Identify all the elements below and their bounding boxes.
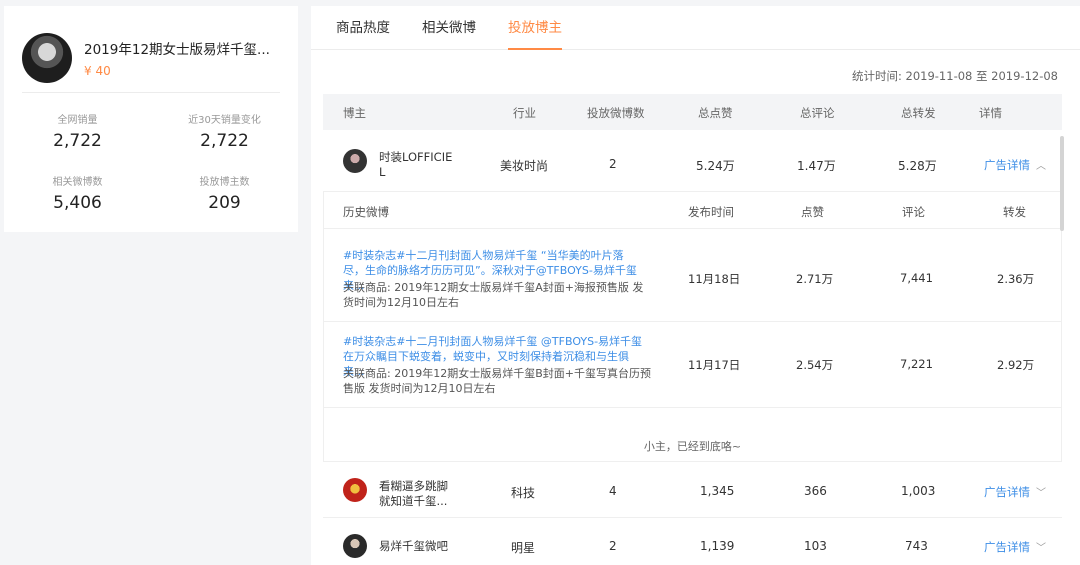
history-comments: 7,221 <box>900 357 933 371</box>
blogger-name[interactable]: 看糊逼多跳脚 就知道千玺... <box>379 479 455 509</box>
industry-cell: 明星 <box>511 541 536 555</box>
tab-bloggers[interactable]: 投放博主 <box>508 6 562 50</box>
product-header: 2019年12期女士版易烊千玺... ¥ 40 <box>4 6 298 92</box>
table-header: 博主 行业 投放微博数 总点赞 总评论 总转发 详情 <box>323 94 1062 130</box>
col-history-comments: 评论 <box>902 205 925 219</box>
chevron-down-icon: ﹀ <box>1036 488 1046 499</box>
tab-related-weibo[interactable]: 相关微博 <box>422 6 476 49</box>
stat-label: 近30天销量变化 <box>188 115 261 126</box>
blogger-avatar[interactable] <box>343 478 367 502</box>
history-weibo-section: 历史微博 发布时间 点赞 评论 转发 #时装杂志#十二月刊封面人物易烊千玺 “当… <box>323 192 1062 462</box>
product-title[interactable]: 2019年12期女士版易烊千玺... <box>84 38 270 58</box>
publish-date: 11月18日 <box>688 272 741 286</box>
reposts-cell: 1,003 <box>901 484 936 498</box>
col-likes: 总点赞 <box>698 106 733 120</box>
stat-total-sales: 全网销量 2,722 <box>4 111 151 173</box>
col-detail: 详情 <box>979 106 1002 120</box>
chevron-up-icon: ︿ <box>1036 161 1046 172</box>
table-row: 时装LOFFICIE L 美妆时尚 2 5.24万 1.47万 5.28万 广告… <box>323 130 1062 192</box>
ad-detail-link[interactable]: 广告详情 ﹀ <box>984 539 1046 555</box>
product-price: ¥ 40 <box>84 64 111 78</box>
stat-value: 2,722 <box>200 131 249 151</box>
blogger-panel: 商品热度 相关微博 投放博主 统计时间: 2019-11-08 至 2019-1… <box>311 6 1080 565</box>
reposts-cell: 743 <box>905 539 928 553</box>
tab-bar: 商品热度 相关微博 投放博主 <box>311 6 1080 50</box>
col-industry: 行业 <box>513 106 536 120</box>
stat-value: 5,406 <box>53 193 102 213</box>
comments-cell: 366 <box>804 484 827 498</box>
blogger-name[interactable]: 易烊千玺微吧 <box>379 539 455 554</box>
col-comments: 总评论 <box>800 106 835 120</box>
industry-cell: 美妆时尚 <box>500 159 549 173</box>
likes-cell: 1,345 <box>700 484 735 498</box>
stat-label: 全网销量 <box>57 115 98 126</box>
col-history-weibo: 历史微博 <box>343 205 389 219</box>
ad-detail-label: 广告详情 <box>984 540 1030 554</box>
stat-value: 209 <box>208 193 241 213</box>
table-row: 易烊千玺微吧 明星 2 1,139 103 743 广告详情 ﹀ <box>323 518 1062 565</box>
comments-cell: 1.47万 <box>797 159 836 173</box>
stat-value: 2,722 <box>53 131 102 151</box>
ad-detail-link[interactable]: 广告详情 ﹀ <box>984 484 1046 500</box>
product-info: 2019年12期女士版易烊千玺... ¥ 40 <box>84 38 270 78</box>
history-item: #时装杂志#十二月刊封面人物易烊千玺 @TFBOYS-易烊千玺 在万众瞩目下蜕变… <box>324 322 1061 408</box>
history-comments: 7,441 <box>900 271 933 285</box>
posts-cell: 4 <box>609 484 617 498</box>
stats-grid: 全网销量 2,722 近30天销量变化 2,722 相关微博数 5,406 投放… <box>4 93 298 235</box>
chevron-down-icon: ﹀ <box>1036 543 1046 554</box>
table-row: 看糊逼多跳脚 就知道千玺... 科技 4 1,345 366 1,003 广告详… <box>323 462 1062 518</box>
reposts-cell: 5.28万 <box>898 159 937 173</box>
stat-blogger-count: 投放博主数 209 <box>151 173 298 235</box>
col-posts: 投放微博数 <box>587 106 645 120</box>
scrollbar[interactable] <box>1060 136 1064 231</box>
ad-detail-label: 广告详情 <box>984 158 1030 172</box>
blogger-name[interactable]: 时装LOFFICIE L <box>379 150 455 180</box>
history-reposts: 2.92万 <box>997 358 1035 372</box>
history-item: #时装杂志#十二月刊封面人物易烊千玺 “当华美的叶片落尽，生命的脉络才历历可见”… <box>324 229 1061 322</box>
product-avatar[interactable] <box>22 33 72 83</box>
end-of-list-note: 小主，已经到底咯~ <box>643 440 742 453</box>
industry-cell: 科技 <box>511 486 536 500</box>
col-publish-time: 发布时间 <box>688 205 734 219</box>
col-history-reposts: 转发 <box>1003 205 1026 219</box>
stat-period: 统计时间: 2019-11-08 至 2019-12-08 <box>851 69 1058 83</box>
related-goods: 关联商品: 2019年12期女士版易烊千玺A封面+海报预售版 发货时间为12月1… <box>343 281 644 309</box>
product-card: 2019年12期女士版易烊千玺... ¥ 40 全网销量 2,722 近30天销… <box>4 6 298 232</box>
ad-detail-link[interactable]: 广告详情 ︿ <box>984 157 1046 173</box>
blogger-avatar[interactable] <box>343 534 367 558</box>
history-likes: 2.71万 <box>796 272 834 286</box>
history-reposts: 2.36万 <box>997 272 1035 286</box>
posts-cell: 2 <box>609 157 617 171</box>
stat-label: 相关微博数 <box>52 177 103 188</box>
likes-cell: 1,139 <box>700 539 735 553</box>
col-blogger: 博主 <box>343 106 366 120</box>
related-goods: 关联商品: 2019年12期女士版易烊千玺B封面+千玺写真台历预售版 发货时间为… <box>343 367 651 395</box>
col-reposts: 总转发 <box>901 106 936 120</box>
blogger-avatar[interactable] <box>343 149 367 173</box>
comments-cell: 103 <box>804 539 827 553</box>
history-header: 历史微博 发布时间 点赞 评论 转发 <box>324 192 1061 229</box>
stat-label: 投放博主数 <box>199 177 250 188</box>
history-likes: 2.54万 <box>796 358 834 372</box>
tab-product-heat[interactable]: 商品热度 <box>336 6 390 49</box>
col-history-likes: 点赞 <box>801 205 824 219</box>
posts-cell: 2 <box>609 539 617 553</box>
publish-date: 11月17日 <box>688 358 741 372</box>
stat-weibo-count: 相关微博数 5,406 <box>4 173 151 235</box>
stat-30day-change: 近30天销量变化 2,722 <box>151 111 298 173</box>
likes-cell: 5.24万 <box>696 159 735 173</box>
ad-detail-label: 广告详情 <box>984 485 1030 499</box>
